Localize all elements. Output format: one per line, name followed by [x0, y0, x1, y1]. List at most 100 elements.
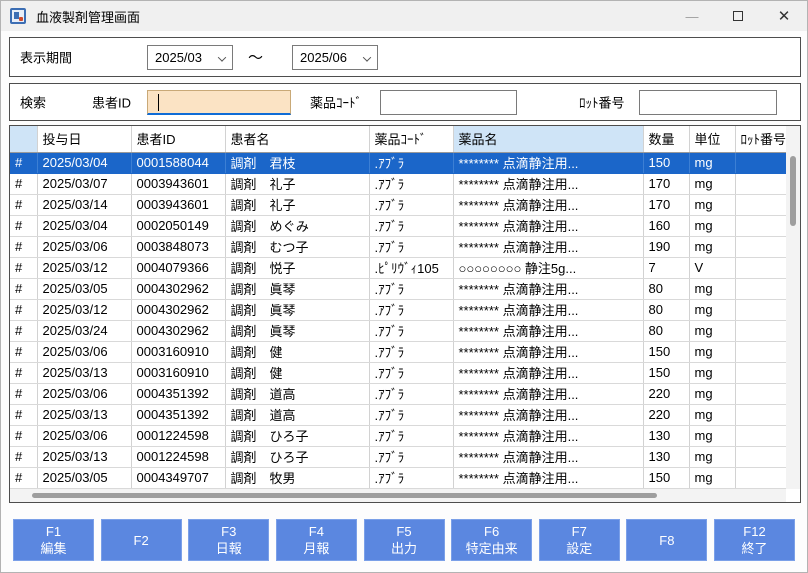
table-row[interactable]: #2025/03/040002050149調剤 めぐみ.ｱﾌﾞﾗ********…	[10, 215, 787, 236]
period-to-dropdown[interactable]: 2025/06	[292, 45, 378, 70]
row-marker: #	[10, 194, 37, 215]
chevron-down-icon	[218, 53, 226, 61]
window-title: 血液製剤管理画面	[36, 7, 140, 26]
cell-drug-code: .ｱﾌﾞﾗ	[369, 362, 453, 383]
period-from-dropdown[interactable]: 2025/03	[147, 45, 233, 70]
table-row[interactable]: #2025/03/060003848073調剤 むつ子.ｱﾌﾞﾗ********…	[10, 236, 787, 257]
cell-patient-id: 0003943601	[131, 194, 225, 215]
fbtn-label: 特定由来	[466, 540, 518, 557]
vertical-scrollbar[interactable]	[786, 126, 800, 489]
cell-patient-id: 0003848073	[131, 236, 225, 257]
cell-quantity: 150	[643, 341, 689, 362]
cell-unit: mg	[689, 446, 735, 467]
table-row[interactable]: #2025/03/120004079366調剤 悦子.ﾋﾟﾘｳﾞｨ105○○○○…	[10, 257, 787, 278]
cell-patient-id: 0001588044	[131, 152, 225, 173]
cell-drug-code: .ｱﾌﾞﾗ	[369, 446, 453, 467]
minimize-button[interactable]: —	[669, 1, 715, 31]
header-lot-number[interactable]: ﾛｯﾄ番号	[735, 126, 787, 152]
header-drug-code[interactable]: 薬品ｺｰﾄﾞ	[369, 126, 453, 152]
cell-quantity: 130	[643, 425, 689, 446]
cell-quantity: 170	[643, 173, 689, 194]
header-quantity[interactable]: 数量	[643, 126, 689, 152]
cell-unit: mg	[689, 236, 735, 257]
header-drug-name[interactable]: 薬品名	[453, 126, 643, 152]
f4-monthly-report-button[interactable]: F4月報	[276, 519, 357, 561]
cell-unit: V	[689, 257, 735, 278]
cell-drug-name: ******** 点滴静注用...	[453, 383, 643, 404]
cell-drug-name: ******** 点滴静注用...	[453, 194, 643, 215]
table-row[interactable]: #2025/03/050004302962調剤 眞琴.ｱﾌﾞﾗ******** …	[10, 278, 787, 299]
cell-unit: mg	[689, 341, 735, 362]
table-row[interactable]: #2025/03/130004351392調剤 道高.ｱﾌﾞﾗ******** …	[10, 404, 787, 425]
header-patient-name[interactable]: 患者名	[225, 126, 369, 152]
fkey-label: F6	[484, 523, 499, 540]
row-marker: #	[10, 404, 37, 425]
f1-edit-button[interactable]: F1編集	[13, 519, 94, 561]
fbtn-label: 出力	[391, 540, 417, 557]
cell-patient-name: 調剤 ひろ子	[225, 446, 369, 467]
cell-unit: mg	[689, 425, 735, 446]
patient-id-input[interactable]	[147, 90, 291, 115]
cell-patient-id: 0003160910	[131, 362, 225, 383]
cell-lot-number	[735, 404, 787, 425]
cell-patient-id: 0004302962	[131, 320, 225, 341]
table-row[interactable]: #2025/03/130001224598調剤 ひろ子.ｱﾌﾞﾗ********…	[10, 446, 787, 467]
table-row[interactable]: #2025/03/050004349707調剤 牧男.ｱﾌﾞﾗ******** …	[10, 467, 787, 488]
table-row[interactable]: #2025/03/140003943601調剤 礼子.ｱﾌﾞﾗ******** …	[10, 194, 787, 215]
cell-drug-name: ******** 点滴静注用...	[453, 152, 643, 173]
cell-drug-name: ******** 点滴静注用...	[453, 362, 643, 383]
vertical-scrollbar-thumb[interactable]	[790, 156, 796, 226]
header-unit[interactable]: 単位	[689, 126, 735, 152]
drug-code-input[interactable]	[380, 90, 517, 115]
fbtn-label: 終了	[741, 540, 767, 557]
cell-dose-date: 2025/03/12	[37, 257, 131, 278]
cell-patient-name: 調剤 眞琴	[225, 320, 369, 341]
cell-patient-name: 調剤 礼子	[225, 194, 369, 215]
table-row[interactable]: #2025/03/060003160910調剤 健.ｱﾌﾞﾗ******** 点…	[10, 341, 787, 362]
cell-patient-name: 調剤 礼子	[225, 173, 369, 194]
table-row[interactable]: #2025/03/240004302962調剤 眞琴.ｱﾌﾞﾗ******** …	[10, 320, 787, 341]
horizontal-scrollbar[interactable]	[10, 489, 786, 502]
cell-lot-number	[735, 446, 787, 467]
cell-quantity: 160	[643, 215, 689, 236]
f3-daily-report-button[interactable]: F3日報	[188, 519, 269, 561]
table-row[interactable]: #2025/03/120004302962調剤 眞琴.ｱﾌﾞﾗ******** …	[10, 299, 787, 320]
fbtn-label: 月報	[303, 540, 329, 557]
f5-output-button[interactable]: F5出力	[364, 519, 445, 561]
maximize-button[interactable]	[715, 1, 761, 31]
row-marker: #	[10, 299, 37, 320]
cell-unit: mg	[689, 467, 735, 488]
row-marker: #	[10, 362, 37, 383]
table-row[interactable]: #2025/03/130003160910調剤 健.ｱﾌﾞﾗ******** 点…	[10, 362, 787, 383]
f7-settings-button[interactable]: F7設定	[539, 519, 620, 561]
horizontal-scrollbar-thumb[interactable]	[32, 493, 657, 498]
cell-dose-date: 2025/03/06	[37, 236, 131, 257]
cell-dose-date: 2025/03/05	[37, 467, 131, 488]
table-row[interactable]: #2025/03/070003943601調剤 礼子.ｱﾌﾞﾗ******** …	[10, 173, 787, 194]
row-marker: #	[10, 383, 37, 404]
cell-unit: mg	[689, 194, 735, 215]
row-marker: #	[10, 320, 37, 341]
row-marker: #	[10, 173, 37, 194]
table-row[interactable]: #2025/03/060004351392調剤 道高.ｱﾌﾞﾗ******** …	[10, 383, 787, 404]
cell-dose-date: 2025/03/13	[37, 404, 131, 425]
lot-number-input[interactable]	[639, 90, 777, 115]
cell-patient-name: 調剤 道高	[225, 383, 369, 404]
header-patient-id[interactable]: 患者ID	[131, 126, 225, 152]
cell-patient-name: 調剤 牧男	[225, 467, 369, 488]
close-button[interactable]: ✕	[761, 1, 807, 31]
f2-button[interactable]: F2	[101, 519, 182, 561]
fkey-label: F3	[221, 523, 236, 540]
header-dose-date[interactable]: 投与日	[37, 126, 131, 152]
fkey-label: F5	[396, 523, 411, 540]
cell-drug-name: ******** 点滴静注用...	[453, 467, 643, 488]
f8-button[interactable]: F8	[626, 519, 707, 561]
f6-specified-origin-button[interactable]: F6特定由来	[451, 519, 532, 561]
title-bar: 血液製剤管理画面 — ✕	[1, 1, 807, 31]
row-marker: #	[10, 215, 37, 236]
cell-lot-number	[735, 173, 787, 194]
table-row[interactable]: #2025/03/040001588044調剤 君枝.ｱﾌﾞﾗ******** …	[10, 152, 787, 173]
table-row[interactable]: #2025/03/060001224598調剤 ひろ子.ｱﾌﾞﾗ********…	[10, 425, 787, 446]
f12-exit-button[interactable]: F12終了	[714, 519, 795, 561]
period-separator: ～	[248, 47, 263, 68]
